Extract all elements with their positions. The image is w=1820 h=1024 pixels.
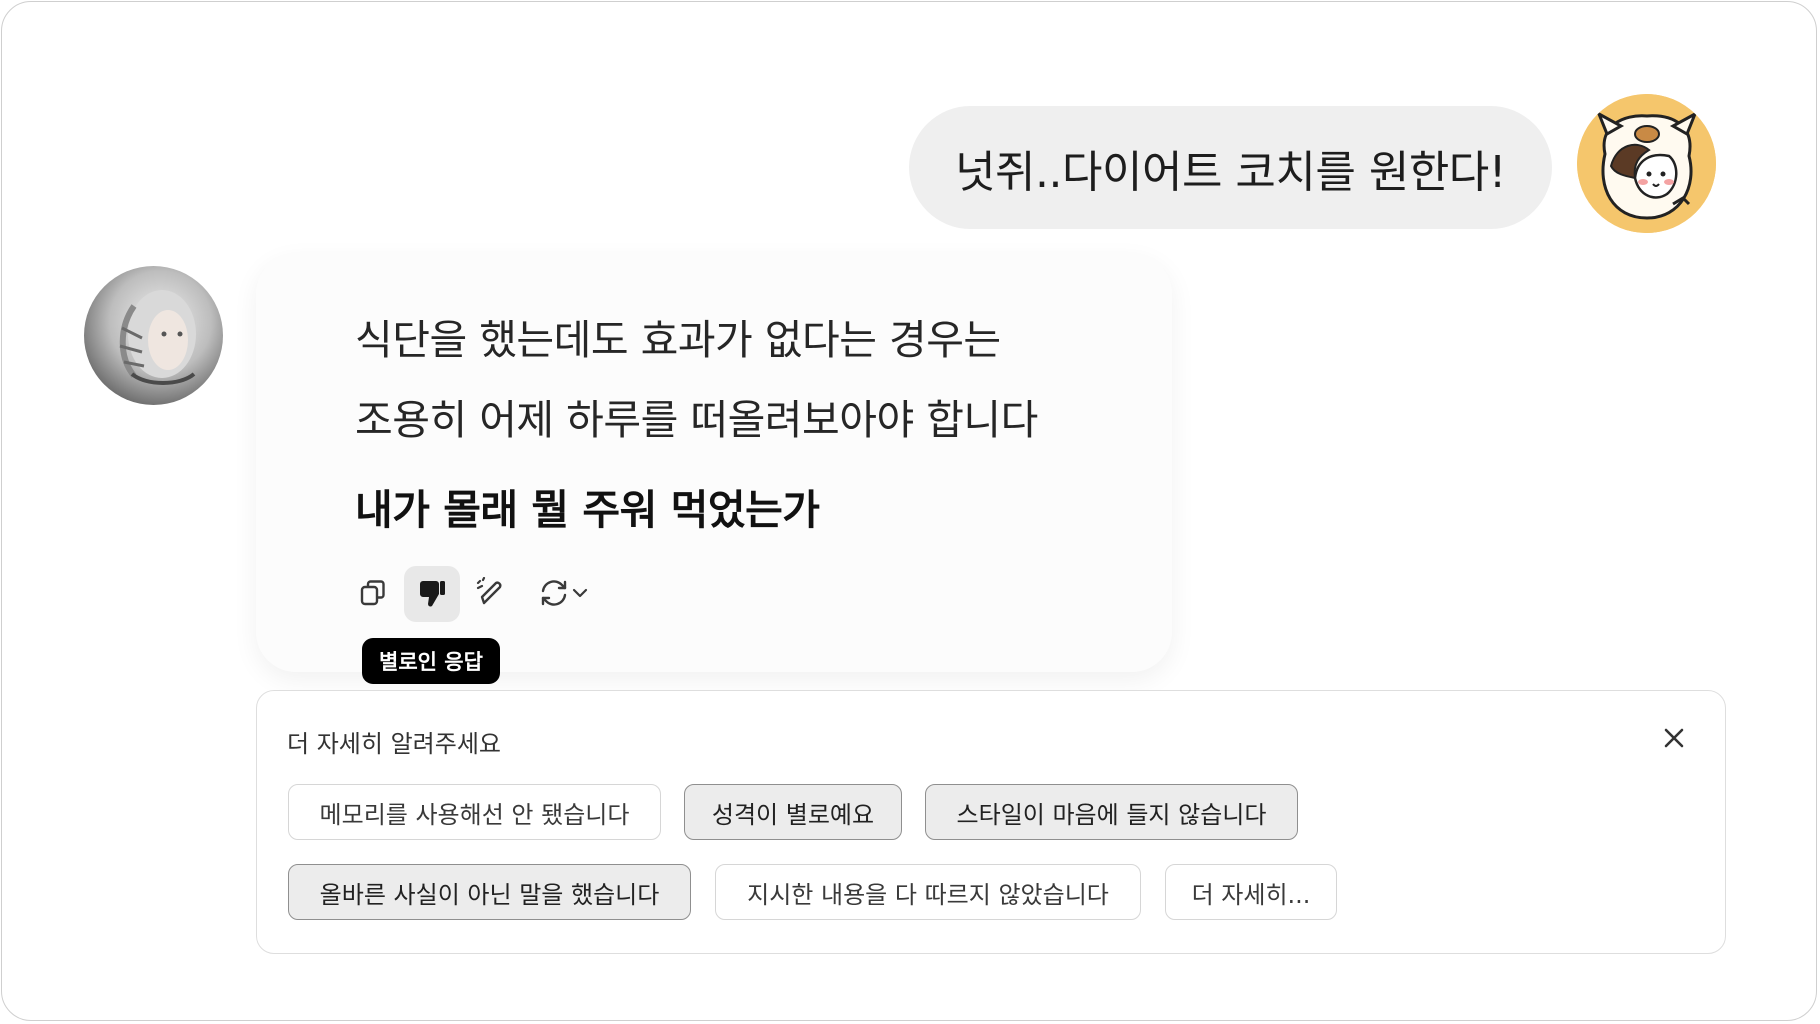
chevron-down-icon — [572, 588, 588, 598]
feedback-chip[interactable]: 올바른 사실이 아닌 말을 했습니다 — [288, 864, 691, 920]
regenerate-icon — [541, 580, 567, 606]
regenerate-button[interactable] — [528, 566, 598, 620]
copy-icon — [360, 580, 385, 606]
feedback-chip[interactable]: 메모리를 사용해선 안 됐습니다 — [288, 784, 661, 840]
edit-icon — [476, 577, 502, 605]
copy-button[interactable] — [346, 566, 400, 620]
feedback-chip[interactable]: 지시한 내용을 다 따르지 않았습니다 — [715, 864, 1141, 920]
user-message-bubble: 넛쥐..다이어트 코치를 원한다! — [909, 106, 1552, 229]
edit-button[interactable] — [464, 566, 518, 620]
user-avatar — [1577, 94, 1716, 233]
thumbs-down-tooltip: 별로인 응답 — [362, 638, 500, 684]
user-message-text: 넛쥐..다이어트 코치를 원한다! — [955, 146, 1506, 198]
close-feedback-button[interactable] — [1656, 720, 1692, 756]
feedback-chip-more[interactable]: 더 자세히... — [1165, 864, 1337, 920]
assistant-avatar — [84, 266, 223, 405]
assistant-message-line: 식단을 했는데도 효과가 없다는 경우는 — [355, 316, 1001, 364]
feedback-chip[interactable]: 스타일이 마음에 들지 않습니다 — [925, 784, 1298, 840]
thumbs-down-icon — [420, 581, 445, 607]
thumbs-down-button[interactable] — [404, 566, 460, 622]
assistant-message-emphasis: 내가 몰래 뭘 주워 먹었는가 — [355, 486, 820, 534]
feedback-title: 더 자세히 알려주세요 — [287, 730, 501, 758]
feedback-chip[interactable]: 성격이 별로예요 — [684, 784, 902, 840]
assistant-message-line: 조용히 어제 하루를 떠올려보아야 합니다 — [355, 396, 1038, 444]
close-icon — [1664, 728, 1684, 748]
